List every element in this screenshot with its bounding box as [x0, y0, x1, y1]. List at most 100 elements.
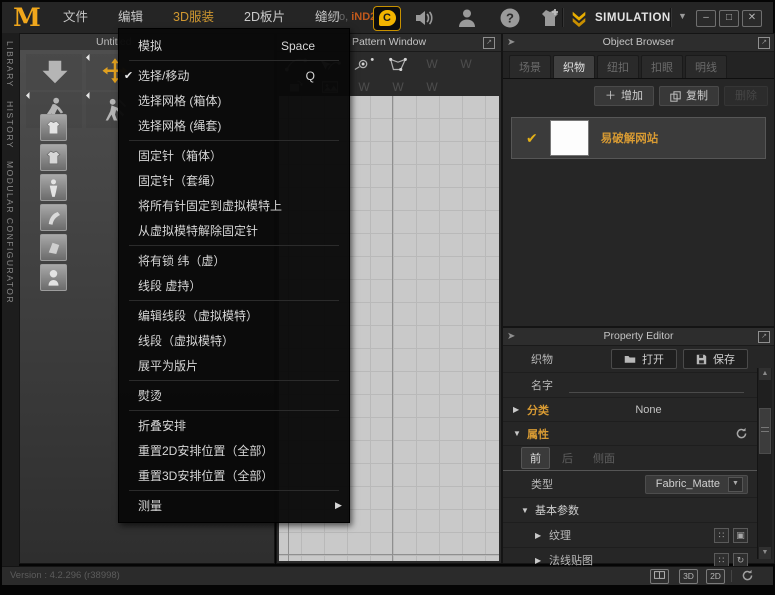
- tab-front[interactable]: 前: [521, 447, 550, 469]
- category-row[interactable]: ▶ 分类 None: [503, 398, 758, 422]
- tab-fabric[interactable]: 织物: [553, 55, 595, 78]
- menu-divider: [129, 380, 339, 381]
- statusbar-separator: [731, 570, 732, 582]
- add-fabric-button[interactable]: ＋ 增加: [594, 86, 654, 106]
- menu-item-reset-2d-arrangement[interactable]: 重置2D安排位置（全部）: [119, 438, 349, 463]
- material-type-dropdown[interactable]: Fabric_Matte ▼: [645, 475, 748, 494]
- tab-library[interactable]: LIBRARY: [5, 41, 15, 88]
- add-point-tool-icon[interactable]: [349, 55, 379, 73]
- library-item-arm[interactable]: [40, 204, 67, 231]
- save-fabric-button[interactable]: 保存: [683, 349, 748, 369]
- menu-item-pin-all-to-avatar[interactable]: 将所有针固定到虚拟模特上: [119, 193, 349, 218]
- menu-item-simulate[interactable]: 模拟 Space: [119, 33, 349, 58]
- menu-item-fold-arrangement[interactable]: 折叠安排: [119, 413, 349, 438]
- split-view-button[interactable]: [650, 569, 669, 584]
- menu-item-measure[interactable]: 测量 ▶: [119, 493, 349, 518]
- menu-divider: [129, 60, 339, 61]
- library-item-head[interactable]: [40, 264, 67, 291]
- property-editor-scrollbar[interactable]: ▲ ▼: [757, 368, 772, 559]
- toolbar-separator: [670, 8, 672, 27]
- view-3d-button[interactable]: 3D: [679, 569, 698, 584]
- fabric-label: 织物: [531, 351, 553, 367]
- library-item-garment-2[interactable]: [40, 144, 67, 171]
- pattern-tool-icon[interactable]: W: [383, 78, 413, 96]
- object-browser-titlebar: ➤ Object Browser ↗: [503, 34, 774, 52]
- tab-scene[interactable]: 场景: [509, 55, 551, 78]
- pattern-tool-icon[interactable]: W: [417, 78, 447, 96]
- menu-item-garbled-2[interactable]: 线段 虚持）: [119, 273, 349, 298]
- close-button[interactable]: ✕: [742, 10, 762, 27]
- framed-square-icon[interactable]: ▣: [733, 528, 748, 543]
- check-icon: ✔: [526, 130, 538, 147]
- view-2d-button[interactable]: 2D: [706, 569, 725, 584]
- pattern-tool-icon[interactable]: W: [451, 55, 481, 73]
- panel-pin-icon[interactable]: ➤: [507, 37, 515, 48]
- delete-fabric-button[interactable]: 删除: [724, 86, 768, 106]
- name-input[interactable]: [569, 378, 744, 393]
- refresh-icon[interactable]: [735, 427, 748, 440]
- open-fabric-button[interactable]: 打开: [611, 349, 677, 369]
- tab-back[interactable]: 后: [554, 448, 581, 468]
- tab-buttonhole[interactable]: 扣眼: [641, 55, 683, 78]
- grid-dots-icon[interactable]: ∷: [714, 528, 729, 543]
- panel-pin-icon[interactable]: ➤: [507, 331, 515, 342]
- texture-row[interactable]: ▶ 纹理 ∷ ▣: [503, 523, 758, 548]
- pattern-tool-icon[interactable]: W: [349, 78, 379, 96]
- pattern-popout-icon[interactable]: ↗: [483, 37, 495, 49]
- property-editor-titlebar: ➤ Property Editor ↗: [503, 328, 774, 346]
- fabric-swatch[interactable]: [550, 120, 589, 156]
- menu-item-select-mesh-lasso[interactable]: 选择网格 (绳套): [119, 113, 349, 138]
- add-garment-icon[interactable]: [538, 6, 562, 30]
- library-item-avatar-1[interactable]: [40, 174, 67, 201]
- scroll-down-icon[interactable]: ▼: [759, 547, 771, 559]
- clo-logo-icon[interactable]: C: [373, 6, 401, 31]
- app-logo: M: [10, 3, 44, 33]
- minimize-button[interactable]: –: [696, 10, 716, 27]
- tab-history[interactable]: HISTORY: [5, 101, 15, 149]
- menu-item-line-avatar[interactable]: 线段（虚拟模特）: [119, 328, 349, 353]
- library-item-fabric[interactable]: [40, 234, 67, 261]
- reset-view-button[interactable]: [741, 569, 754, 589]
- tab-topstitch[interactable]: 明线: [685, 55, 727, 78]
- fabric-list-item[interactable]: ✔ 易破解网站: [511, 117, 766, 159]
- pattern-tool-icon[interactable]: W: [417, 55, 447, 73]
- maximize-button[interactable]: □: [719, 10, 739, 27]
- menu-item-pin-lasso[interactable]: 固定针（套绳）: [119, 168, 349, 193]
- simulation-dropdown-caret[interactable]: ▼: [678, 11, 687, 21]
- scroll-up-icon[interactable]: ▲: [759, 368, 771, 380]
- menu-item-unpin-from-avatar[interactable]: 从虚拟模特解除固定针: [119, 218, 349, 243]
- chevron-down-icon: ▼: [513, 429, 521, 438]
- menu-item-select-move[interactable]: ✔ 选择/移动 Q: [119, 63, 349, 88]
- tab-modular-configurator[interactable]: MODULAR CONFIGURATOR: [5, 161, 15, 304]
- menu-file[interactable]: 文件: [50, 2, 101, 33]
- menu-item-select-mesh-box[interactable]: 选择网格 (箱体): [119, 88, 349, 113]
- simulation-control[interactable]: SIMULATION: [570, 2, 671, 33]
- speaker-icon[interactable]: [412, 6, 436, 30]
- tab-side[interactable]: 侧面: [585, 448, 623, 468]
- panel-popout-icon[interactable]: ↗: [758, 37, 770, 49]
- help-icon[interactable]: ?: [498, 6, 522, 30]
- property-editor-title: Property Editor: [603, 330, 673, 342]
- menu-item-reset-3d-arrangement[interactable]: 重置3D安排位置（全部）: [119, 463, 349, 488]
- menu-divider: [129, 300, 339, 301]
- property-section-row[interactable]: ▼ 属性: [503, 422, 758, 446]
- scrollbar-thumb[interactable]: [759, 408, 771, 454]
- menu-item-edit-line-avatar[interactable]: 编辑线段（虚拟模特）: [119, 303, 349, 328]
- panel-popout-icon[interactable]: ↗: [758, 331, 770, 343]
- user-icon[interactable]: [455, 6, 479, 30]
- menu-item-steam[interactable]: 熨烫: [119, 383, 349, 408]
- copy-fabric-button[interactable]: 复制: [659, 86, 719, 106]
- property-editor-panel: ➤ Property Editor ↗ 织物 打开 保存 名字: [502, 327, 775, 564]
- library-item-garment-1[interactable]: [40, 114, 67, 141]
- basic-params-row[interactable]: ▼ 基本参数: [503, 498, 758, 523]
- statusbar: Version : 4.2.296 (r38998) 3D 2D: [2, 566, 773, 585]
- object-browser-tabs: 场景 织物 纽扣 扣眼 明线: [503, 52, 774, 79]
- menu-item-garbled-1[interactable]: 将有锁 纬（虚）: [119, 248, 349, 273]
- tab-button[interactable]: 纽扣: [597, 55, 639, 78]
- polygon-tool-icon[interactable]: [383, 55, 413, 73]
- simulate-tool-button[interactable]: [26, 54, 82, 90]
- menu-item-flatten-as-pattern[interactable]: 展平为版片: [119, 353, 349, 378]
- app-window: M 文件 编辑 3D服装 2D板片 缝纫 Hello, iND2018 C ?: [0, 0, 775, 595]
- menu-item-pin-box[interactable]: 固定针（箱体）: [119, 143, 349, 168]
- chevron-down-icon: ▼: [521, 506, 529, 515]
